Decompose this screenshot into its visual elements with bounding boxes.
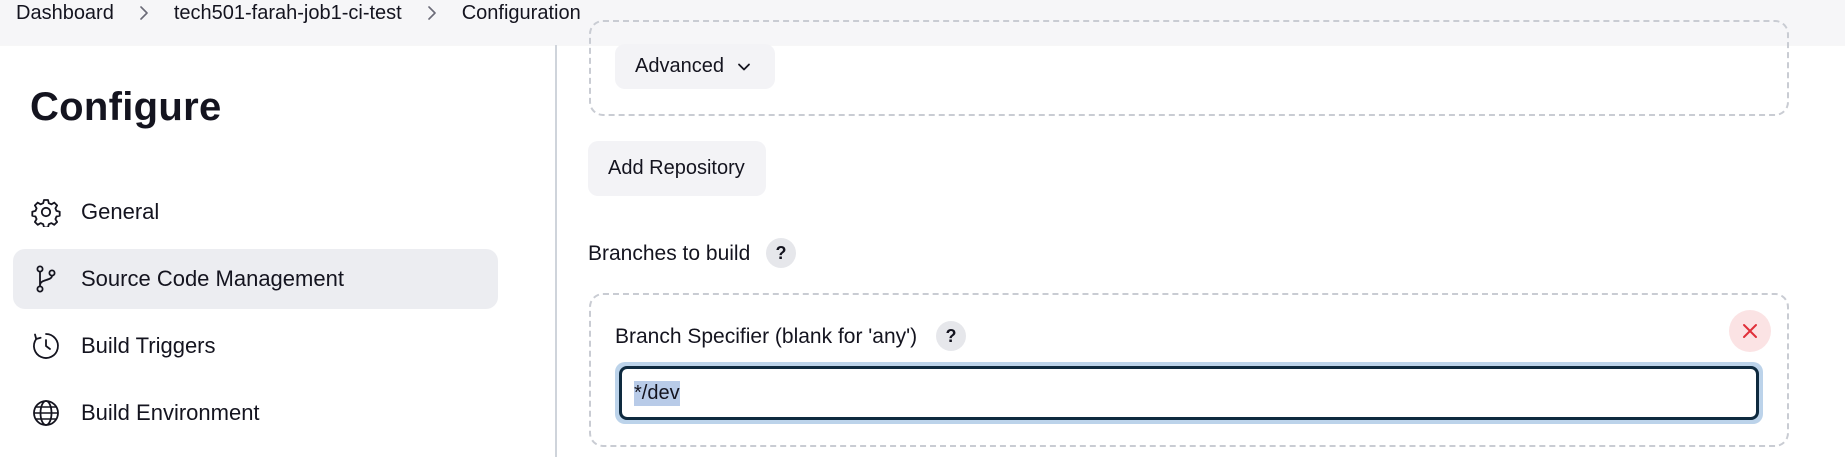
add-repository-button[interactable]: Add Repository bbox=[588, 141, 766, 196]
branch-specifier-value: */dev bbox=[634, 380, 680, 406]
add-repository-label: Add Repository bbox=[608, 157, 745, 179]
branch-specifier-label: Branch Specifier (blank for 'any') bbox=[615, 325, 918, 348]
branches-to-build-label: Branches to build bbox=[588, 242, 751, 265]
advanced-button[interactable]: Advanced bbox=[615, 44, 775, 89]
sidebar-item-build-triggers[interactable]: Build Triggers bbox=[13, 316, 498, 376]
branch-icon bbox=[31, 264, 61, 294]
sidebar-item-label: General bbox=[81, 199, 160, 224]
breadcrumb: Dashboard tech501-farah-job1-ci-test Con… bbox=[16, 0, 581, 26]
chevron-right-icon bbox=[131, 3, 157, 23]
chevron-right-icon bbox=[419, 3, 445, 23]
sidebar-divider bbox=[555, 45, 557, 457]
gear-icon bbox=[31, 197, 61, 227]
branch-specifier-input[interactable]: */dev bbox=[619, 366, 1759, 420]
breadcrumb-job[interactable]: tech501-farah-job1-ci-test bbox=[174, 2, 402, 25]
close-icon bbox=[1740, 321, 1760, 341]
sidebar-item-label: Build Triggers bbox=[81, 333, 216, 358]
clock-icon bbox=[31, 331, 61, 361]
branch-specifier-focus-ring: */dev bbox=[615, 362, 1763, 424]
delete-branch-button[interactable] bbox=[1729, 310, 1771, 352]
branches-help-button[interactable]: ? bbox=[766, 238, 796, 268]
chevron-down-icon bbox=[736, 59, 752, 75]
sidebar-item-label: Source Code Management bbox=[81, 266, 344, 291]
branch-specifier-help-button[interactable]: ? bbox=[936, 321, 966, 351]
advanced-button-label: Advanced bbox=[635, 55, 724, 77]
sidebar-item-label: Build Environment bbox=[81, 400, 260, 425]
globe-icon bbox=[31, 398, 61, 428]
sidebar-item-build-environment[interactable]: Build Environment bbox=[13, 383, 498, 443]
sidebar-item-source-code-management[interactable]: Source Code Management bbox=[13, 249, 498, 309]
breadcrumb-configuration: Configuration bbox=[461, 1, 581, 24]
page-title: Configure bbox=[30, 85, 222, 129]
breadcrumb-dashboard[interactable]: Dashboard bbox=[16, 2, 114, 25]
sidebar-item-general[interactable]: General bbox=[13, 182, 498, 242]
